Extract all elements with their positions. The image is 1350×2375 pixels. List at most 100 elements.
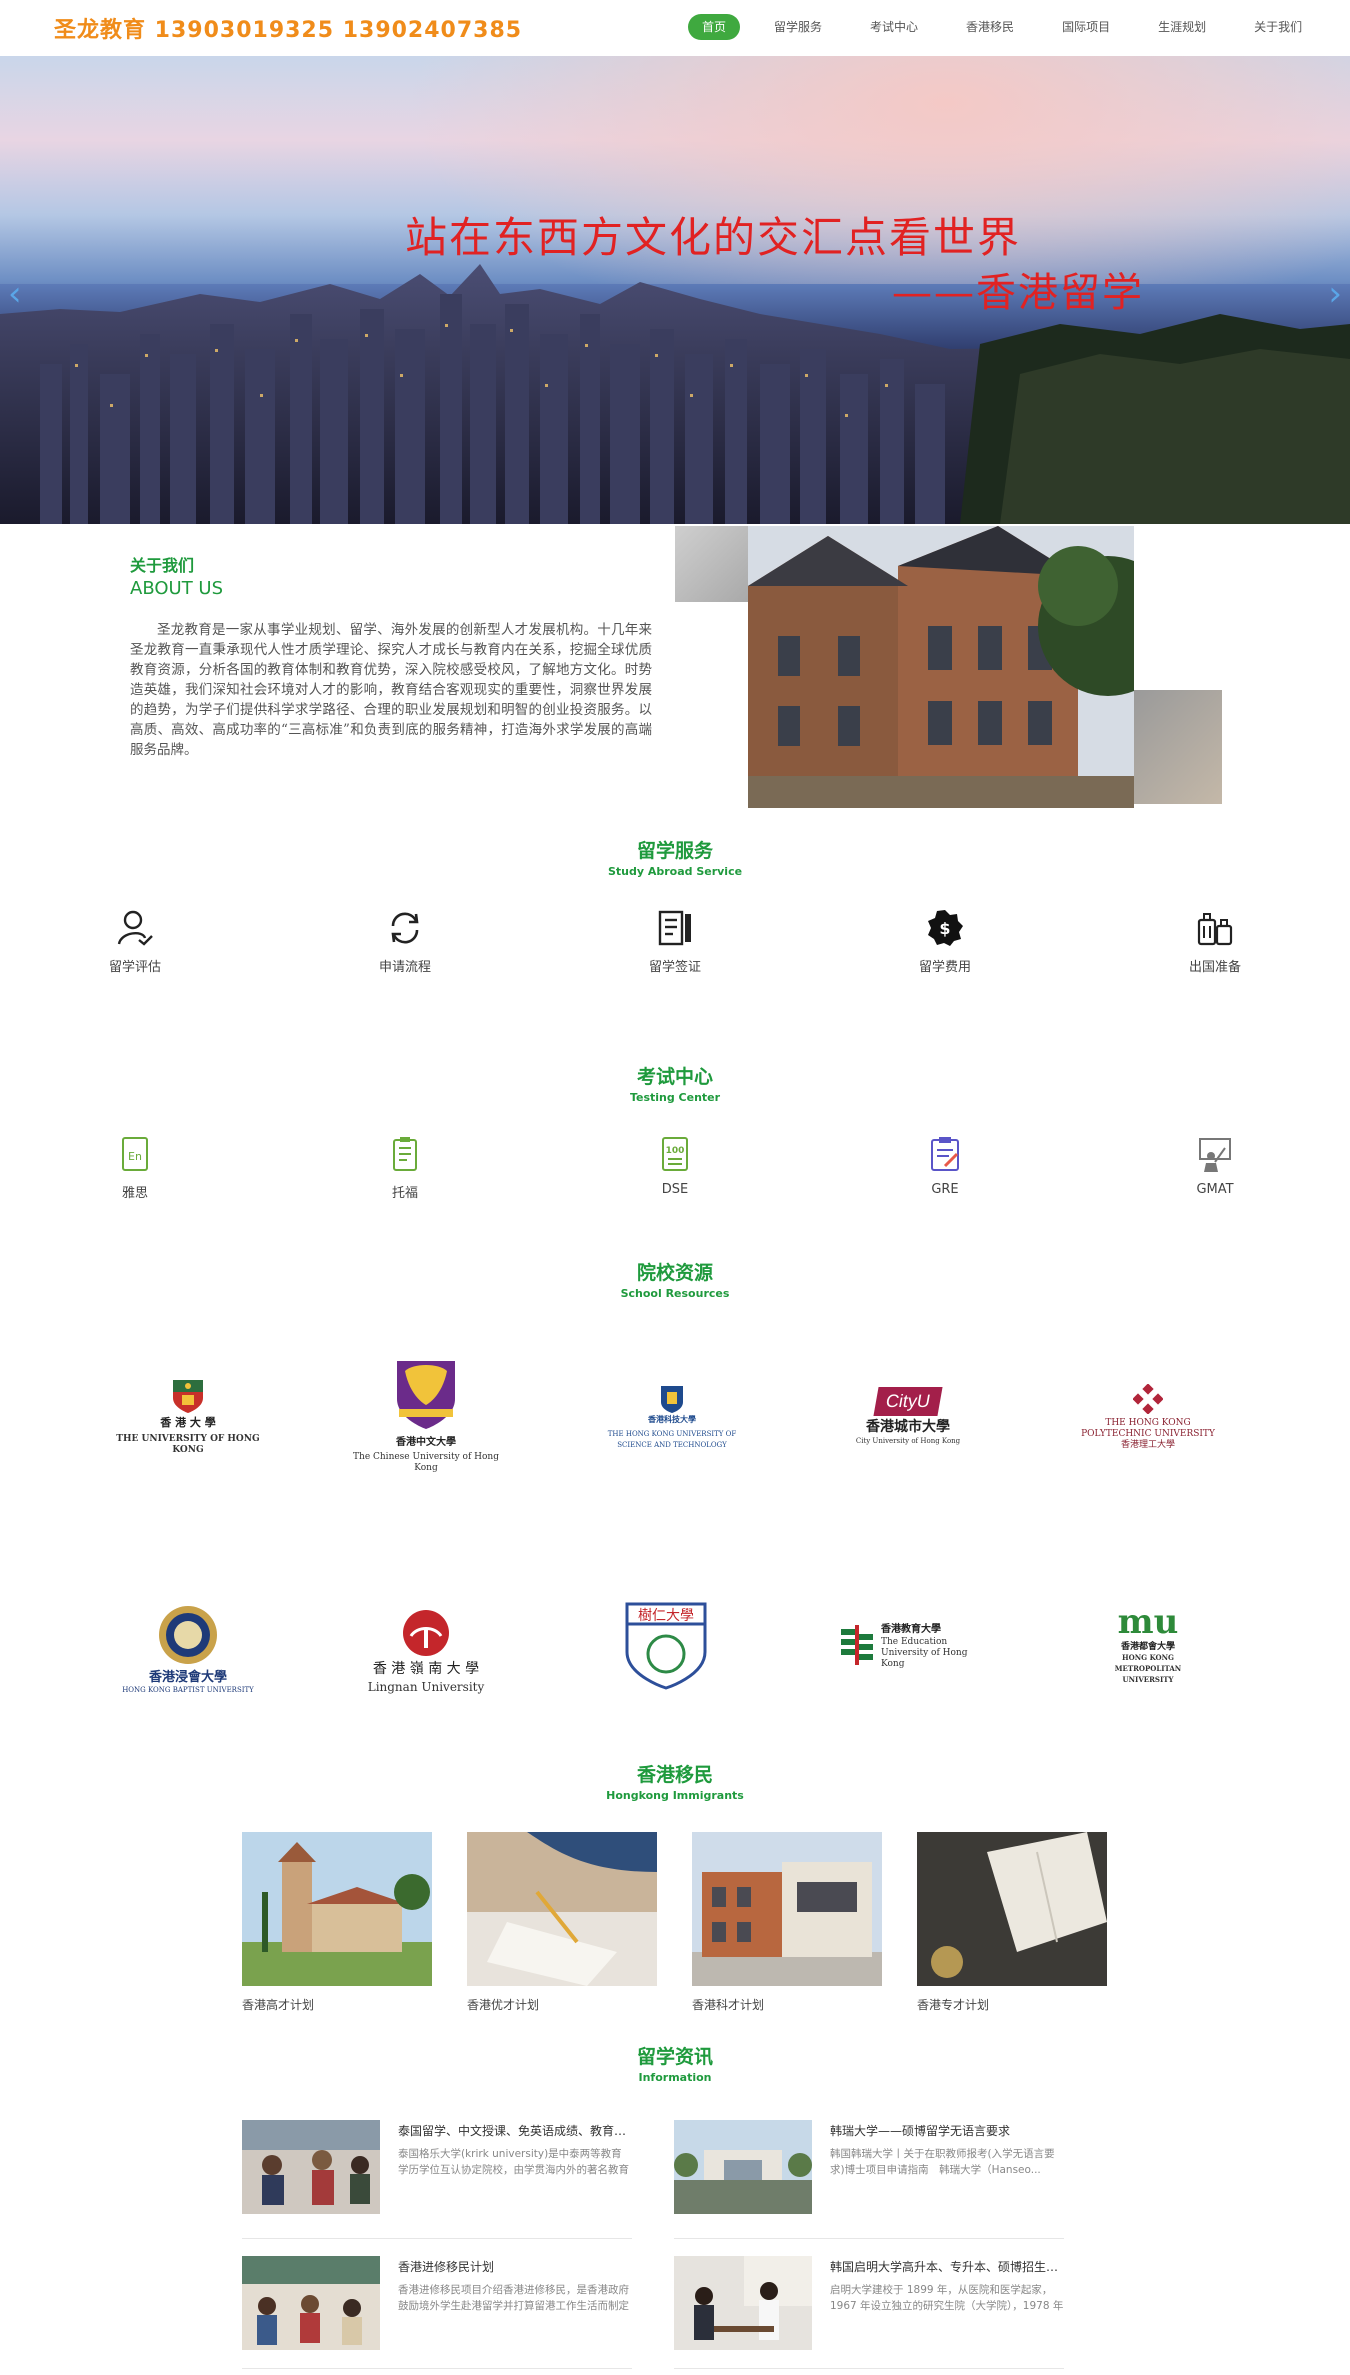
- schools-title: 院校资源: [636, 1262, 713, 1284]
- polyu-logo-icon: [1133, 1383, 1163, 1414]
- logo-shue-yan[interactable]: 樹仁大學: [586, 1590, 746, 1700]
- news-thumbnail: [674, 2120, 812, 2214]
- news-summary: 启明大学建校于 1899 年，从医院和医学起家，1967 年设立独立的研究生院（…: [830, 2284, 1064, 2312]
- nav-home[interactable]: 首页: [688, 14, 741, 40]
- about-photo-accent-2: [1134, 690, 1222, 804]
- banner-next-arrow[interactable]: ›: [1328, 274, 1342, 314]
- nav-career-planning[interactable]: 生涯规划: [1144, 14, 1220, 40]
- news-item[interactable]: 韩瑞大学——硕博留学无语言要求 韩国韩瑞大学丨关于在职教师报考(入学无语言要求)…: [674, 2120, 1064, 2239]
- hkbu-seal-icon: [159, 1606, 217, 1664]
- card-image: [467, 1832, 657, 1986]
- city-skyline-image: [0, 264, 1350, 524]
- en-book-icon: En: [122, 1137, 148, 1171]
- logo-eduhk[interactable]: 香港教育大學 The Education University of Hong …: [830, 1590, 990, 1700]
- service-fees[interactable]: $ 留学费用: [885, 908, 1005, 975]
- shue-yan-crest-icon: 樹仁大學: [625, 1602, 707, 1690]
- testing-title: 考试中心: [636, 1066, 713, 1088]
- hku-crest-icon: [173, 1380, 203, 1413]
- refresh-icon: [391, 912, 419, 944]
- lingnan-logo-icon: [403, 1609, 449, 1656]
- banner-subheadline: ——香港留学: [892, 270, 1144, 316]
- main-nav: 首页 留学服务 考试中心 香港移民 国际项目 生涯规划 关于我们: [688, 14, 1336, 40]
- user-check-icon: [117, 910, 153, 946]
- immigrant-card-professional[interactable]: 香港专才计划: [917, 1832, 1107, 2013]
- card-image: [917, 1832, 1107, 1986]
- test-dse[interactable]: 100 DSE: [615, 1136, 735, 1197]
- immigrants-title: 香港移民: [636, 1764, 713, 1786]
- service-preparation[interactable]: 出国准备: [1155, 908, 1275, 975]
- test-toefl[interactable]: 托福: [345, 1136, 465, 1201]
- document-icon: [658, 910, 691, 946]
- service-assessment[interactable]: 留学评估: [75, 908, 195, 975]
- nav-about[interactable]: 关于我们: [1240, 14, 1316, 40]
- news-title[interactable]: 泰国留学、中文授课、免英语成绩、教育部认证: [398, 2122, 632, 2139]
- logo-lingnan[interactable]: 香 港 嶺 南 大 學 Lingnan University: [346, 1590, 506, 1710]
- testing-heading: 考试中心 Testing Center: [0, 1062, 1350, 1104]
- money-badge-icon: $: [928, 910, 963, 946]
- card-label: 香港高才计划: [242, 1998, 315, 2012]
- service-application[interactable]: 申请流程: [345, 908, 465, 975]
- news-divider: [674, 2238, 1064, 2239]
- banner-prev-arrow[interactable]: ‹: [8, 274, 22, 314]
- teacher-board-icon: [1199, 1138, 1231, 1172]
- test-gre[interactable]: GRE: [885, 1136, 1005, 1197]
- news-title[interactable]: 韩瑞大学——硕博留学无语言要求: [830, 2122, 1064, 2139]
- info-subtitle: Information: [638, 2071, 712, 2084]
- card-label: 香港科才计划: [692, 1998, 765, 2012]
- site-header: 圣龙教育 13903019325 13902407385 首页 留学服务 考试中…: [0, 0, 1350, 56]
- news-title[interactable]: 韩国启明大学高升本、专升本、硕博招生指南: [830, 2258, 1064, 2275]
- card-label: 香港专才计划: [917, 1998, 990, 2012]
- cuhk-crest-icon: [397, 1360, 455, 1429]
- brand-phone[interactable]: 圣龙教育 13903019325 13902407385: [54, 12, 522, 44]
- service-visa[interactable]: 留学签证: [615, 908, 735, 975]
- logo-cuhk[interactable]: 香港中文大學 The Chinese University of Hong Ko…: [346, 1350, 506, 1480]
- news-divider: [242, 2238, 632, 2239]
- clipboard-icon: [931, 1137, 959, 1171]
- news-item[interactable]: 泰国留学、中文授课、免英语成绩、教育部认证 泰国格乐大学(krirk unive…: [242, 2120, 632, 2239]
- logo-hkbu[interactable]: 香港浸會大學 HONG KONG BAPTIST UNIVERSITY: [108, 1590, 268, 1710]
- news-title[interactable]: 香港进修移民计划: [398, 2258, 632, 2275]
- nav-hk-immigration[interactable]: 香港移民: [952, 14, 1028, 40]
- hero-banner: 站在东西方文化的交汇点看世界 ——香港留学 ‹ ›: [0, 56, 1350, 524]
- schools-heading: 院校资源 School Resources: [0, 1258, 1350, 1300]
- banner-headline: 站在东西方文化的交汇点看世界: [405, 213, 1022, 262]
- eduhk-logo-icon: [841, 1625, 873, 1665]
- news-summary: 泰国格乐大学(krirk university)是中泰两等教育学历学位互认协定院…: [398, 2148, 629, 2176]
- logo-cityu[interactable]: CityU 香港城市大學 City University of Hong Kon…: [828, 1362, 988, 1472]
- about-title-en: ABOUT US: [130, 578, 224, 599]
- info-heading: 留学资讯 Information: [0, 2042, 1350, 2084]
- news-thumbnail: [674, 2256, 812, 2350]
- test-ielts[interactable]: En 雅思: [75, 1136, 195, 1201]
- info-title: 留学资讯: [636, 2046, 713, 2068]
- schools-subtitle: School Resources: [620, 1287, 730, 1300]
- logo-hku[interactable]: 香 港 大 學 THE UNIVERSITY OF HONG KONG: [108, 1362, 268, 1472]
- cityu-badge: CityU: [873, 1387, 943, 1416]
- nav-study-service[interactable]: 留学服务: [760, 14, 836, 40]
- study-service-title: 留学服务: [636, 840, 713, 862]
- immigrant-card-quality[interactable]: 香港优才计划: [467, 1832, 657, 2013]
- luggage-icon: [1197, 913, 1233, 946]
- score-100-icon: 100: [662, 1137, 688, 1171]
- svg-text:En: En: [128, 1150, 142, 1163]
- logo-polyu[interactable]: THE HONG KONG POLYTECHNIC UNIVERSITY 香港理…: [1068, 1362, 1228, 1472]
- news-thumbnail: [242, 2120, 380, 2214]
- nav-testing-center[interactable]: 考试中心: [856, 14, 932, 40]
- logo-hkmu[interactable]: mu 香港都會大學 HONG KONG METROPOLITAN UNIVERS…: [1068, 1590, 1228, 1700]
- svg-text:100: 100: [666, 1146, 685, 1156]
- logo-hkust[interactable]: 香港科技大學 THE HONG KONG UNIVERSITY OF SCIEN…: [592, 1362, 752, 1472]
- news-item[interactable]: 韩国启明大学高升本、专升本、硕博招生指南 启明大学建校于 1899 年，从医院和…: [674, 2256, 1064, 2369]
- test-gmat[interactable]: GMAT: [1155, 1136, 1275, 1197]
- study-service-heading: 留学服务 Study Abroad Service: [0, 836, 1350, 878]
- immigrant-card-tech[interactable]: 香港科才计划: [692, 1832, 882, 2013]
- news-item[interactable]: 香港进修移民计划 香港进修移民项目介绍香港进修移民，是香港政府鼓励境外学生赴港留…: [242, 2256, 632, 2369]
- news-summary: 香港进修移民项目介绍香港进修移民，是香港政府鼓励境外学生赴港留学并打算留港工作生…: [398, 2284, 629, 2312]
- testing-subtitle: Testing Center: [629, 1091, 721, 1104]
- immigrants-heading: 香港移民 Hongkong Immigrants: [0, 1760, 1350, 1802]
- shue-yan-name: 樹仁大學: [638, 1608, 694, 1624]
- nav-international[interactable]: 国际项目: [1048, 14, 1124, 40]
- about-title: 关于我们: [130, 556, 195, 575]
- hkmu-badge: mu: [1117, 1602, 1179, 1642]
- immigrant-card-talent[interactable]: 香港高才计划: [242, 1832, 432, 2013]
- about-description: 圣龙教育是一家从事学业规划、留学、海外发展的创新型人才发展机构。十几年来圣龙教育…: [130, 622, 652, 758]
- about-photo-accent: [675, 526, 749, 602]
